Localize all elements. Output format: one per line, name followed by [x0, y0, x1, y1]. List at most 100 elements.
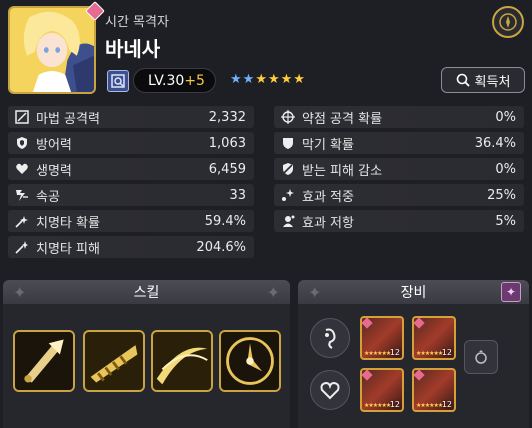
- new-badge-icon: [414, 318, 425, 329]
- weakness-icon: [280, 109, 296, 125]
- star-icon: ★: [255, 72, 267, 87]
- equipment-item[interactable]: ★★★★★★ 12: [412, 368, 456, 412]
- new-badge-icon: [362, 318, 373, 329]
- new-badge-icon: [414, 370, 425, 381]
- star-icon: ★: [293, 72, 305, 87]
- item-level: 12: [441, 400, 452, 409]
- skill-panel: ✦ 스킬 ✦: [3, 280, 290, 428]
- item-level: 12: [441, 348, 452, 357]
- slash-skill-icon[interactable]: [151, 330, 213, 392]
- stat-label: 약점 공격 확률: [302, 111, 383, 127]
- stat-value: 25%: [487, 187, 516, 203]
- crit-damage-icon: [14, 239, 30, 255]
- stat-value: 5%: [495, 213, 516, 229]
- character-epithet: 시간 목격자: [105, 15, 169, 30]
- dagger-skill-icon[interactable]: [13, 330, 75, 392]
- crit-rate-icon: [14, 213, 30, 229]
- stat-label: 생명력: [36, 163, 72, 179]
- level-bonus: +5: [184, 72, 205, 89]
- item-stars: ★★★★★★: [364, 350, 391, 357]
- stat-row-block: 막기 확률 36.4%: [274, 132, 524, 154]
- compass-icon: [499, 13, 517, 31]
- sparkle-icon: ✦: [308, 283, 322, 302]
- heart-icon: [14, 161, 30, 177]
- equipment-panel: ✦ 장비 ✦ ★★★★★★ 12 ★★★★★★ 12 ★★★★★★ 12 ★★★…: [298, 280, 529, 428]
- effect-hit-icon: [280, 187, 296, 203]
- stat-row-defense: 방어력 1,063: [8, 132, 254, 154]
- new-badge-icon: [362, 370, 373, 381]
- speed-icon: [14, 187, 30, 203]
- stat-value: 0%: [495, 109, 516, 125]
- stat-label: 치명타 피해: [36, 241, 100, 257]
- magic-attack-icon: [14, 109, 30, 125]
- star-icon: ★: [280, 72, 293, 87]
- stat-label: 치명타 확률: [36, 215, 100, 231]
- stat-value: 6,459: [208, 161, 246, 177]
- clock-skill-icon[interactable]: [219, 330, 281, 392]
- ring-slot[interactable]: [464, 340, 498, 374]
- star-icon: ★: [242, 72, 255, 87]
- moon-element-icon: [107, 70, 129, 92]
- equipment-item[interactable]: ★★★★★★ 12: [360, 368, 404, 412]
- skill-panel-header: ✦ 스킬 ✦: [3, 280, 290, 304]
- set-b-slot-icon[interactable]: [310, 370, 350, 410]
- stat-value: 59.4%: [204, 213, 246, 229]
- equipment-panel-title: 장비: [400, 285, 427, 301]
- item-stars: ★★★★★★: [416, 350, 443, 357]
- portrait-art: [10, 8, 94, 92]
- drill-skill-icon[interactable]: [83, 330, 145, 392]
- star-icon: ★: [267, 72, 280, 87]
- set-a-slot-icon[interactable]: [310, 318, 350, 358]
- character-portrait[interactable]: [8, 6, 96, 94]
- stat-value: 2,332: [208, 109, 246, 125]
- stat-row-weakness: 약점 공격 확률 0%: [274, 106, 524, 128]
- star-rating: ★ ★ ★ ★ ★ ★: [230, 72, 305, 88]
- acquire-label: 획득처: [474, 74, 511, 90]
- stat-label: 방어력: [36, 137, 72, 153]
- level-indicator: LV.30 +5: [133, 68, 216, 93]
- stat-value: 1,063: [208, 135, 246, 151]
- stat-row-crit-damage: 치명타 피해 204.6%: [8, 236, 254, 258]
- stat-value: 0%: [495, 161, 516, 177]
- stats-left: 마법 공격력 2,332 방어력 1,063 생명력 6,459 속공 33 치…: [8, 106, 254, 262]
- stat-label: 마법 공격력: [36, 111, 100, 127]
- level-label: LV.30: [148, 72, 185, 89]
- item-stars: ★★★★★★: [416, 402, 443, 409]
- sparkle-icon: ✦: [266, 283, 280, 302]
- stat-label: 속공: [36, 189, 60, 205]
- stat-row-effect-resist: 효과 저항 5%: [274, 210, 524, 232]
- defense-icon: [14, 135, 30, 151]
- stats-right: 약점 공격 확률 0% 막기 확률 36.4% 받는 피해 감소 0% 효과 적…: [274, 106, 524, 236]
- skill-panel-title: 스킬: [133, 285, 160, 301]
- character-name: 바네사: [105, 37, 161, 61]
- ring-icon: [475, 350, 487, 364]
- equipment-item[interactable]: ★★★★★★ 12: [360, 316, 404, 360]
- stat-row-magic-attack: 마법 공격력 2,332: [8, 106, 254, 128]
- compass-button[interactable]: [492, 6, 524, 38]
- stat-value: 36.4%: [474, 135, 516, 151]
- stat-row-crit-rate: 치명타 확률 59.4%: [8, 210, 254, 232]
- stat-label: 효과 저항: [302, 215, 354, 231]
- stat-value: 204.6%: [196, 239, 246, 255]
- item-level: 12: [389, 400, 400, 409]
- stat-row-effect-hit: 효과 적중 25%: [274, 184, 524, 206]
- sparkle-button[interactable]: ✦: [501, 282, 521, 302]
- effect-resist-icon: [280, 213, 296, 229]
- damage-reduction-icon: [280, 161, 296, 177]
- stat-row-speed: 속공 33: [8, 184, 254, 206]
- stat-label: 효과 적중: [302, 189, 354, 205]
- stat-value: 33: [229, 187, 246, 203]
- stat-row-health: 생명력 6,459: [8, 158, 254, 180]
- stat-label: 막기 확률: [302, 137, 354, 153]
- sparkle-icon: ✦: [13, 283, 27, 302]
- stat-label: 받는 피해 감소: [302, 163, 383, 179]
- stat-row-damage-reduction: 받는 피해 감소 0%: [274, 158, 524, 180]
- item-stars: ★★★★★★: [364, 402, 391, 409]
- block-icon: [280, 135, 296, 151]
- equipment-item[interactable]: ★★★★★★ 12: [412, 316, 456, 360]
- acquire-button[interactable]: 획득처: [441, 67, 525, 93]
- item-level: 12: [389, 348, 400, 357]
- star-icon: ★: [230, 72, 242, 87]
- equipment-panel-header: ✦ 장비 ✦: [298, 280, 529, 304]
- search-icon: [456, 73, 470, 87]
